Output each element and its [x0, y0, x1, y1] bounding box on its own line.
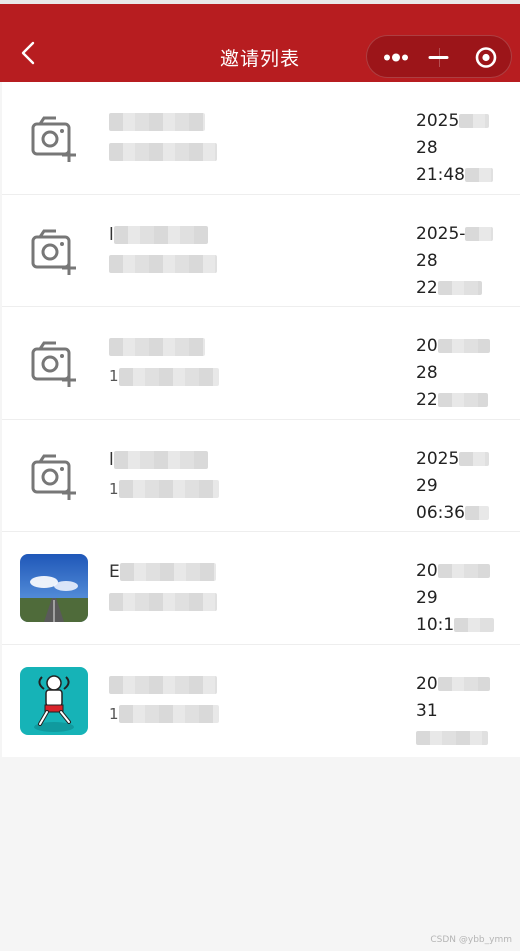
- invitee-phone: [109, 592, 217, 611]
- invite-time: 2025- 28 22: [416, 221, 516, 302]
- invitee-name: [109, 675, 217, 695]
- capsule-divider: [439, 48, 440, 67]
- watermark: CSDN @ybb_ymm: [430, 935, 512, 945]
- invitee-phone: [109, 142, 217, 161]
- invitee-name: l: [109, 225, 208, 245]
- list-item[interactable]: 1 20 28 22: [2, 307, 520, 420]
- invite-time: 20 29 10:1: [416, 558, 516, 639]
- cartoon-photo: [20, 666, 88, 735]
- invitee-name: [109, 337, 205, 357]
- invitee-name: [109, 112, 205, 132]
- list-item[interactable]: E 20 29 10:1: [2, 532, 520, 645]
- invite-time: 20 28 22: [416, 333, 516, 414]
- more-dots-icon[interactable]: [371, 36, 421, 79]
- invitee-phone: 1: [109, 367, 219, 386]
- invitee-phone: 1: [109, 705, 219, 723]
- list-item[interactable]: l 1 2025 29 06:36: [2, 420, 520, 532]
- invite-time: 2025 29 06:36: [416, 446, 516, 527]
- invitee-name: l: [109, 450, 208, 470]
- camera-plus-icon: [20, 329, 88, 397]
- minimize-icon[interactable]: [415, 36, 465, 79]
- invite-list: 2025 28 21:48 l 2025- 28 22 1 20 28 22 l…: [2, 82, 520, 757]
- list-item[interactable]: 1 20 31: [2, 645, 520, 758]
- invitee-phone: 1: [109, 480, 219, 498]
- camera-plus-icon: [20, 104, 88, 172]
- camera-plus-icon: [20, 442, 88, 510]
- target-circle-icon[interactable]: [462, 36, 512, 79]
- invitee-phone: [109, 255, 217, 273]
- list-item[interactable]: 2025 28 21:48: [2, 82, 520, 195]
- list-item[interactable]: l 2025- 28 22: [2, 195, 520, 307]
- camera-plus-icon: [20, 217, 88, 285]
- sky-road-photo: [20, 554, 88, 622]
- invitee-name: E: [109, 562, 216, 582]
- mini-program-capsule: [366, 35, 512, 78]
- invite-time: 2025 28 21:48: [416, 108, 516, 189]
- invite-time: 20 31: [416, 671, 516, 752]
- navigation-bar: 邀请列表: [0, 4, 520, 82]
